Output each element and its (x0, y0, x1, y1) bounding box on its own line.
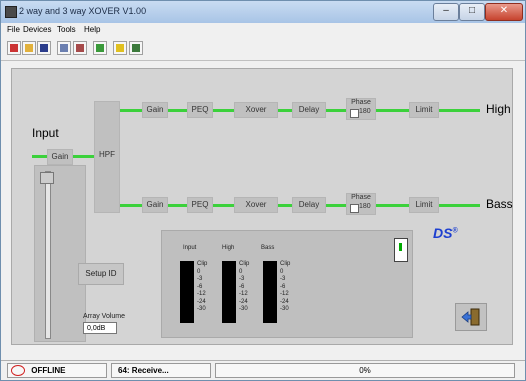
array-volume-slider[interactable] (45, 171, 51, 339)
scale-minus6: -6 (239, 283, 245, 290)
scale-minus6: -6 (280, 283, 286, 290)
menu-help[interactable]: Help (84, 25, 100, 34)
app-window: 2 way and 3 way XOVER V1.00 – □ ✕ File D… (0, 0, 526, 381)
logo-reg-mark: ® (452, 227, 458, 235)
bass-phase-label: Phase (351, 194, 371, 201)
scale-minus6: -6 (197, 283, 203, 290)
meter-header-high: High (222, 245, 235, 251)
high-delay-block[interactable]: Delay (292, 102, 326, 118)
input-gain-block[interactable]: Gain (47, 149, 73, 165)
bass-phase-checkbox[interactable] (350, 204, 359, 213)
array-volume-label: Array Volume (83, 313, 126, 320)
scale-minus12: -12 (197, 291, 206, 297)
scale-minus3: -3 (239, 276, 245, 282)
high-output-label: High (486, 102, 511, 116)
meter-header-bass: Bass (261, 245, 275, 251)
high-meter-scale: Clip 0 -3 -6 -12 -24 -30 (239, 261, 249, 314)
disconnect-icon[interactable] (73, 41, 87, 55)
brand-logo: DS® (433, 225, 473, 251)
level-meter-panel: Input High Bass Clip 0 -3 -6 -12 -24 -30… (161, 230, 413, 338)
toolbar (1, 38, 525, 61)
arrow-icon[interactable] (129, 41, 143, 55)
bass-gain-block[interactable]: Gain (142, 197, 168, 213)
input-meter-scale: Clip 0 -3 -6 -12 -24 -30 (197, 261, 207, 314)
offline-indicator-icon (11, 365, 25, 377)
bass-peq-block[interactable]: PEQ (187, 197, 213, 213)
switch-indicator (399, 243, 402, 251)
bass-phase-block[interactable]: Phase 180 (346, 193, 376, 215)
bass-phase-value: 180 (359, 203, 371, 210)
power-switch[interactable] (394, 238, 408, 262)
bass-delay-block[interactable]: Delay (292, 197, 326, 213)
scale-0: 0 (280, 268, 284, 275)
save-icon[interactable] (37, 41, 51, 55)
input-level-meter (180, 261, 194, 323)
wand-icon[interactable] (7, 41, 21, 55)
meter-header-input: Input (183, 245, 197, 251)
help-icon[interactable] (113, 41, 127, 55)
slider-thumb[interactable] (40, 172, 54, 184)
high-phase-label: Phase (351, 99, 371, 106)
close-button[interactable]: ✕ (485, 3, 523, 21)
menu-bar: File Devices Tools Help (1, 23, 525, 38)
setup-id-button[interactable]: Setup ID (78, 263, 124, 285)
menu-tools[interactable]: Tools (57, 25, 76, 34)
diamond-icon[interactable] (93, 41, 107, 55)
array-volume-field[interactable]: 0,0dB (83, 322, 117, 334)
scale-0: 0 (197, 268, 201, 275)
open-icon[interactable] (22, 41, 36, 55)
scale-minus30: -30 (197, 306, 206, 312)
menu-devices[interactable]: Devices (23, 25, 51, 34)
scale-minus30: -30 (280, 306, 289, 312)
scale-clip: Clip (197, 261, 208, 267)
bass-level-meter (263, 261, 277, 323)
scale-0: 0 (239, 268, 243, 275)
high-limit-block[interactable]: Limit (409, 102, 439, 118)
input-label: Input (32, 126, 59, 140)
title-bar: 2 way and 3 way XOVER V1.00 – □ ✕ (1, 1, 525, 24)
maximize-button[interactable]: □ (459, 3, 485, 21)
high-level-meter (222, 261, 236, 323)
high-phase-value: 180 (359, 108, 371, 115)
scale-minus30: -30 (239, 306, 248, 312)
app-icon (5, 6, 17, 18)
minimize-button[interactable]: – (433, 3, 459, 21)
status-bar: OFFLINE 64: Receive... 0% (1, 360, 525, 380)
high-phase-block[interactable]: Phase 180 (346, 98, 376, 120)
connection-status: OFFLINE (7, 363, 107, 378)
bass-limit-block[interactable]: Limit (409, 197, 439, 213)
bass-output-label: Bass (486, 197, 513, 211)
scale-minus12: -12 (239, 291, 248, 297)
array-volume-slider-panel (34, 165, 86, 342)
scale-minus24: -24 (197, 298, 206, 305)
progress-field: 0% (215, 363, 515, 378)
high-peq-block[interactable]: PEQ (187, 102, 213, 118)
connect-icon[interactable] (57, 41, 71, 55)
scale-minus24: -24 (239, 298, 248, 305)
high-phase-checkbox[interactable] (350, 109, 359, 118)
logo-text: DS (433, 225, 453, 241)
scale-minus3: -3 (197, 276, 203, 282)
exit-door-icon (461, 308, 480, 326)
bass-xover-block[interactable]: Xover (234, 197, 278, 213)
status-message: 64: Receive... (111, 363, 211, 378)
scale-clip: Clip (239, 261, 250, 267)
high-xover-block[interactable]: Xover (234, 102, 278, 118)
scale-clip: Clip (280, 261, 291, 267)
bass-meter-scale: Clip 0 -3 -6 -12 -24 -30 (280, 261, 290, 314)
hpf-block[interactable]: HPF (94, 101, 120, 213)
exit-button[interactable] (455, 303, 487, 331)
scale-minus3: -3 (280, 276, 286, 282)
high-gain-block[interactable]: Gain (142, 102, 168, 118)
window-title: 2 way and 3 way XOVER V1.00 (19, 6, 147, 16)
scale-minus24: -24 (280, 298, 289, 305)
menu-file[interactable]: File (7, 25, 20, 34)
offline-text: OFFLINE (31, 366, 66, 375)
scale-minus12: -12 (280, 291, 289, 297)
